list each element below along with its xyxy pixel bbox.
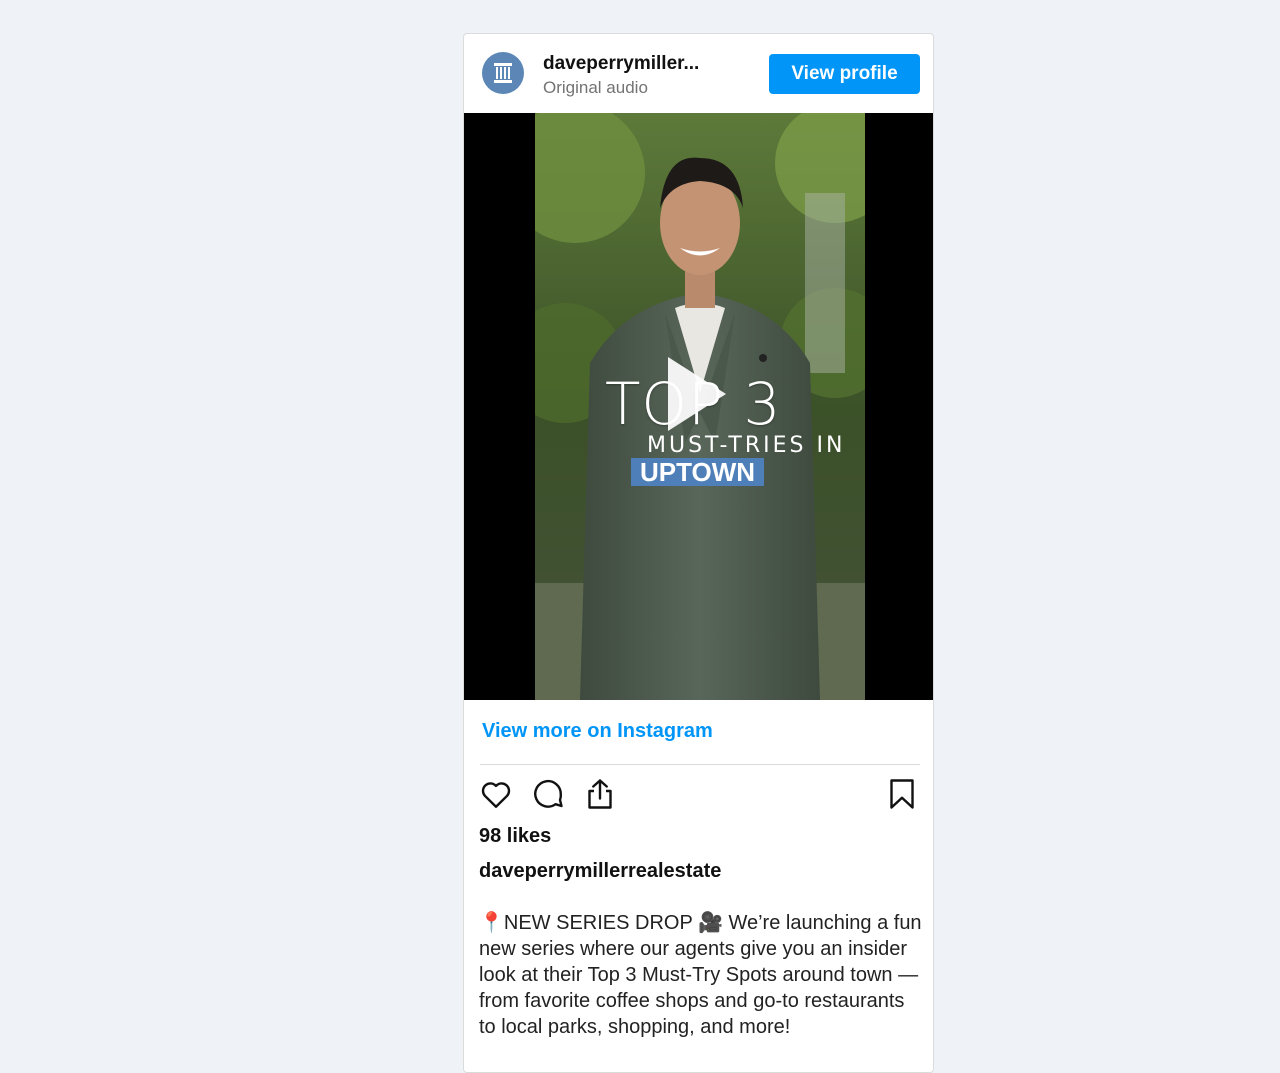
share-button[interactable]	[582, 776, 618, 817]
building-logo-icon	[494, 63, 512, 83]
post-caption: 📍NEW SERIES DROP 🎥 We’re launching a fun…	[479, 912, 922, 1038]
view-profile-button[interactable]: View profile	[769, 54, 920, 94]
instagram-embed-card: daveperrymiller... Original audio View p…	[463, 33, 934, 1073]
share-icon	[588, 779, 612, 809]
audio-label[interactable]: Original audio	[543, 78, 648, 98]
profile-username[interactable]: daveperrymiller...	[543, 53, 699, 75]
save-button[interactable]	[884, 776, 920, 817]
caption-username[interactable]: daveperrymillerrealestate	[479, 860, 721, 883]
view-more-link[interactable]: View more on Instagram	[482, 720, 713, 743]
comment-button[interactable]	[530, 776, 566, 817]
play-icon	[668, 357, 726, 431]
comment-icon	[534, 779, 563, 808]
heart-icon	[481, 782, 511, 808]
overlay-tag: UPTOWN	[631, 458, 765, 487]
bookmark-icon	[890, 779, 914, 809]
profile-avatar[interactable]	[482, 52, 524, 94]
like-button[interactable]	[478, 776, 514, 817]
video-player[interactable]: TOP 3 MUST-TRIES IN UPTOWN	[464, 113, 933, 700]
play-button[interactable]	[646, 349, 736, 439]
divider	[480, 764, 920, 765]
likes-count[interactable]: 98 likes	[479, 825, 551, 848]
post-header: daveperrymiller... Original audio View p…	[464, 34, 933, 113]
